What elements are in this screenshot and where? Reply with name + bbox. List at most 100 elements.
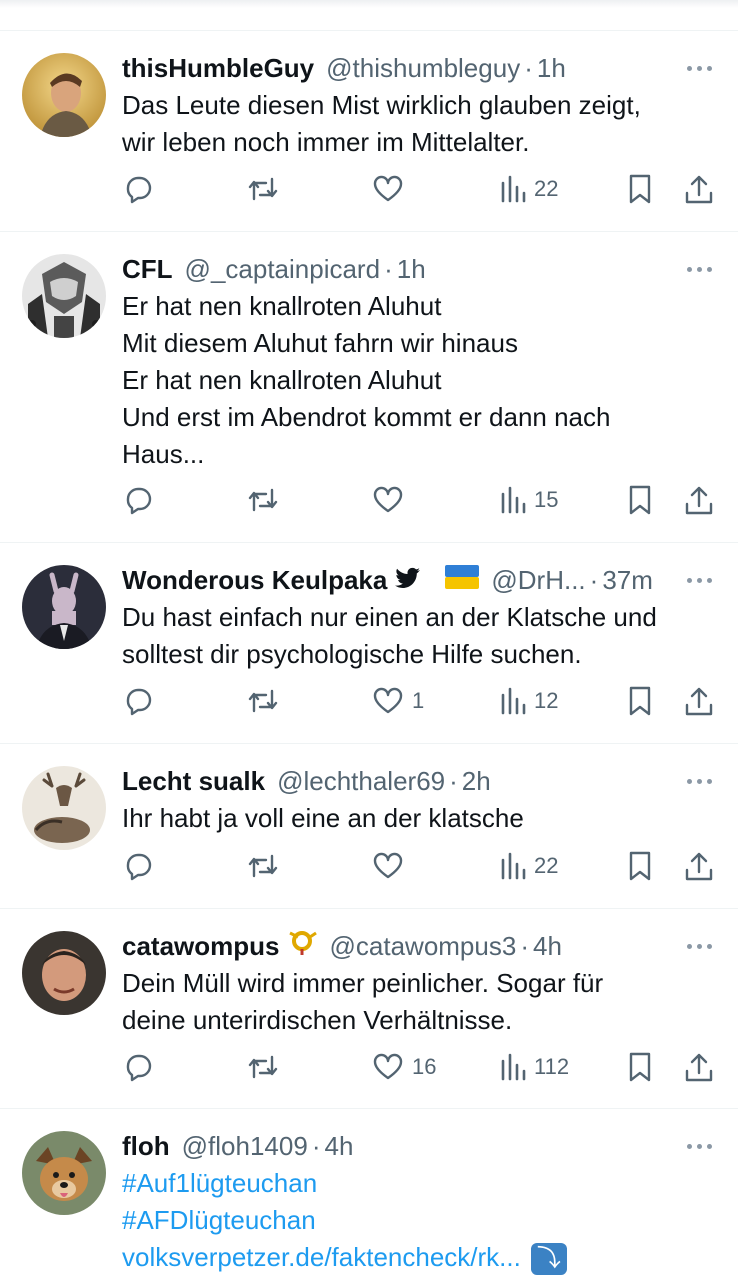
timestamp[interactable]: 4h: [533, 931, 562, 962]
views-icon: [501, 486, 526, 514]
hashtag-link[interactable]: #Auf1lügteuchan: [122, 1165, 718, 1202]
retweet-icon: [248, 177, 278, 201]
tweet[interactable]: floh @floh1409 · 4h #Auf1lügteuchan #AFD…: [0, 1108, 738, 1280]
more-icon[interactable]: [687, 764, 712, 798]
reply-button[interactable]: [122, 171, 154, 207]
author-name[interactable]: Wonderous Keulpaka: [122, 565, 387, 596]
author-handle[interactable]: @floh1409: [182, 1131, 308, 1162]
tweet[interactable]: Lecht sualk @lechthaler69 · 2h Ihr habt …: [0, 743, 738, 908]
separator-dot: ·: [520, 930, 529, 961]
retweet-icon: [248, 1055, 278, 1079]
tweet[interactable]: thisHumbleGuy @thishumbleguy · 1h Das Le…: [0, 30, 738, 231]
retweet-icon: [248, 689, 278, 713]
reply-button[interactable]: [122, 1049, 154, 1085]
author-handle[interactable]: @catawompus3: [330, 931, 517, 962]
timestamp[interactable]: 37m: [602, 565, 653, 596]
like-count: 16: [412, 1054, 437, 1079]
retweet-icon: [248, 854, 278, 878]
like-button[interactable]: 1: [372, 683, 424, 719]
tweet[interactable]: CFL @_captainpicard · 1h Er hat nen knal…: [0, 231, 738, 542]
bookmark-button[interactable]: [626, 683, 654, 719]
author-name[interactable]: CFL: [122, 254, 173, 285]
retweet-button[interactable]: [246, 1049, 280, 1085]
timestamp[interactable]: 1h: [397, 254, 426, 285]
avatar[interactable]: [22, 931, 106, 1015]
text-line: volksverpetzer.de/faktencheck/rk... ⤵: [122, 1239, 718, 1276]
action-bar: 1 12: [122, 683, 716, 719]
avatar[interactable]: [22, 565, 106, 649]
more-icon[interactable]: [687, 252, 712, 286]
author-handle[interactable]: @_captainpicard: [185, 254, 381, 285]
more-icon[interactable]: [687, 51, 712, 85]
bookmark-icon: [629, 485, 651, 515]
retweet-button[interactable]: [246, 848, 280, 884]
text-line: Er hat nen knallroten Aluhut: [122, 291, 442, 321]
views-button[interactable]: 15: [500, 482, 558, 518]
views-button[interactable]: 12: [500, 683, 558, 719]
like-button[interactable]: [372, 848, 412, 884]
reply-button[interactable]: [122, 683, 154, 719]
text-line: Du hast einfach nur einen an der Klatsch…: [122, 602, 657, 632]
more-icon[interactable]: [687, 929, 712, 963]
heart-icon: [373, 852, 403, 879]
reply-button[interactable]: [122, 482, 154, 518]
views-button[interactable]: 112: [500, 1049, 569, 1085]
bird-icon: [395, 565, 421, 596]
timestamp[interactable]: 4h: [324, 1131, 353, 1162]
text-line: Dein Müll wird immer peinlicher. Sogar f…: [122, 968, 604, 998]
heart-icon: [373, 486, 403, 513]
retweet-button[interactable]: [246, 683, 280, 719]
views-button[interactable]: 22: [500, 171, 558, 207]
tweet[interactable]: catawompus @catawompus3 · 4h Dein Müll w…: [0, 908, 738, 1108]
bookmark-button[interactable]: [626, 482, 654, 518]
heart-icon: [373, 1053, 403, 1080]
like-button[interactable]: [372, 171, 412, 207]
bookmark-icon: [629, 686, 651, 716]
bookmark-button[interactable]: [626, 1049, 654, 1085]
bookmark-button[interactable]: [626, 171, 654, 207]
top-bar: [0, 0, 738, 8]
tweet-text: #Auf1lügteuchan #AFDlügteuchan volksverp…: [122, 1165, 718, 1276]
author-name[interactable]: Lecht sualk: [122, 766, 265, 797]
share-button[interactable]: [684, 482, 714, 518]
tweet-header: catawompus @catawompus3 · 4h: [122, 929, 718, 963]
view-count: 12: [534, 688, 559, 713]
retweet-button[interactable]: [246, 482, 280, 518]
more-icon[interactable]: [687, 1129, 712, 1163]
share-button[interactable]: [684, 1049, 714, 1085]
hashtag-link[interactable]: #AFDlügteuchan: [122, 1202, 718, 1239]
views-icon: [501, 852, 526, 880]
author-name[interactable]: thisHumbleGuy: [122, 53, 314, 84]
author-name[interactable]: floh: [122, 1131, 170, 1162]
avatar[interactable]: [22, 766, 106, 850]
reply-button[interactable]: [122, 848, 154, 884]
avatar[interactable]: [22, 1131, 106, 1215]
author-handle[interactable]: @thishumbleguy: [326, 53, 520, 84]
tweet[interactable]: Wonderous Keulpaka @DrH... · 37m Du hast…: [0, 542, 738, 743]
reply-icon: [126, 176, 152, 204]
timestamp[interactable]: 2h: [462, 766, 491, 797]
views-icon: [501, 175, 526, 203]
author-handle[interactable]: @lechthaler69: [277, 766, 445, 797]
timestamp[interactable]: 1h: [537, 53, 566, 84]
views-button[interactable]: 22: [500, 848, 558, 884]
avatar[interactable]: [22, 53, 106, 137]
share-button[interactable]: [684, 171, 714, 207]
author-name[interactable]: catawompus: [122, 931, 280, 962]
text-line: Haus...: [122, 439, 205, 469]
like-button[interactable]: [372, 482, 412, 518]
share-icon: [685, 486, 713, 515]
more-icon[interactable]: [687, 563, 712, 597]
like-button[interactable]: 16: [372, 1049, 436, 1085]
url-link[interactable]: volksverpetzer.de/faktencheck/rk...: [122, 1242, 521, 1272]
retweet-button[interactable]: [246, 171, 280, 207]
retweet-icon: [248, 488, 278, 512]
author-handle[interactable]: @DrH...: [491, 565, 585, 596]
bookmark-button[interactable]: [626, 848, 654, 884]
avatar[interactable]: [22, 254, 106, 338]
heart-icon: [373, 175, 403, 202]
share-button[interactable]: [684, 683, 714, 719]
share-button[interactable]: [684, 848, 714, 884]
text-line: Ihr habt ja voll eine an der klatsche: [122, 803, 524, 833]
text-line: Und erst im Abendrot kommt er dann nach: [122, 402, 611, 432]
